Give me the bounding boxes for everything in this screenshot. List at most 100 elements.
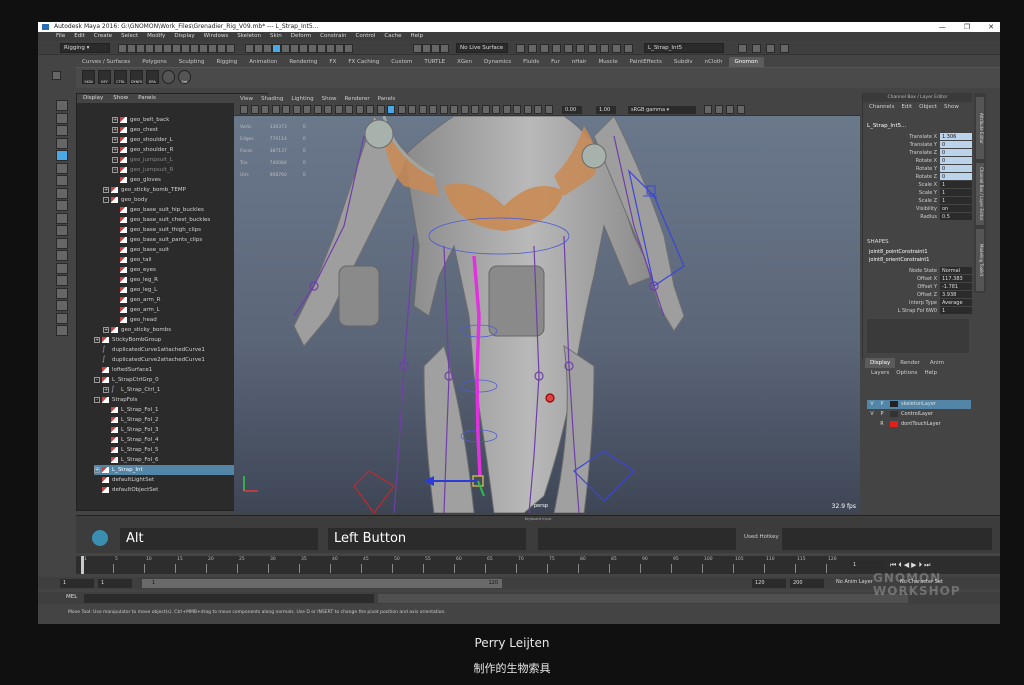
status-tool-icon[interactable]: [335, 44, 344, 53]
range-end2-field[interactable]: 200: [790, 579, 824, 588]
outliner-menu-display[interactable]: Display: [83, 94, 103, 103]
shelf-tab-fluids[interactable]: Fluids: [517, 57, 545, 67]
status-tool-icon[interactable]: [181, 44, 190, 53]
viewport-tool-icon[interactable]: [429, 105, 437, 114]
shelf-tab-rigging[interactable]: Rigging: [210, 57, 243, 67]
menu-help[interactable]: Help: [411, 32, 424, 41]
channel-attr-visibility[interactable]: Visibility on: [867, 205, 972, 213]
menu-cache[interactable]: Cache: [384, 32, 401, 41]
current-frame-field[interactable]: 1: [850, 561, 884, 570]
viewport-tool-icon[interactable]: [271, 105, 280, 114]
expand-toggle-icon[interactable]: -: [103, 196, 109, 203]
shelf-button-era[interactable]: ERA: [146, 70, 159, 84]
status-tool-icon[interactable]: [190, 44, 199, 53]
viewport-menu-show[interactable]: Show: [322, 95, 337, 104]
status-tool-icon[interactable]: [326, 44, 335, 53]
range-start2-field[interactable]: 1: [98, 579, 132, 588]
expand-toggle-icon[interactable]: +: [112, 116, 118, 123]
status-render-icon[interactable]: [600, 44, 609, 53]
expand-toggle-icon[interactable]: +: [112, 136, 118, 143]
status-tool-icon[interactable]: [299, 44, 308, 53]
status-tool-icon[interactable]: [245, 44, 254, 53]
menu-display[interactable]: Display: [174, 32, 194, 41]
toolbox-tool-icon[interactable]: [56, 300, 68, 311]
viewport-tool-icon[interactable]: [387, 105, 395, 114]
menu-skin[interactable]: Skin: [270, 32, 282, 41]
menu-modify[interactable]: Modify: [147, 32, 165, 41]
toolbox-tool-icon[interactable]: [56, 225, 68, 236]
menu-create[interactable]: Create: [94, 32, 112, 41]
toolbox-tool-icon[interactable]: [56, 162, 68, 174]
status-panel-icon[interactable]: [752, 44, 761, 53]
shelf-tab-polygons[interactable]: Polygons: [136, 57, 172, 67]
side-tab-channel-box-layer-editor[interactable]: Channel Box / Layer Editor: [976, 163, 984, 225]
status-tool-icon[interactable]: [217, 44, 226, 53]
shelf-button-key[interactable]: KEY: [98, 70, 111, 84]
viewport-side-icon[interactable]: [715, 105, 723, 114]
status-render-icon[interactable]: [540, 44, 549, 53]
status-render-icon[interactable]: [564, 44, 573, 53]
menu-edit[interactable]: Edit: [74, 32, 85, 41]
status-tool-icon[interactable]: [263, 44, 272, 53]
maximize-icon[interactable]: ❐: [964, 22, 970, 32]
layer-row[interactable]: V P ControlLayer: [867, 410, 971, 419]
shelf-tab-dynamics[interactable]: Dynamics: [478, 57, 517, 67]
viewport-tool-icon[interactable]: [502, 105, 511, 114]
channel-menu-edit[interactable]: Edit: [901, 102, 912, 112]
menu-deform[interactable]: Deform: [291, 32, 311, 41]
viewport-tool-icon[interactable]: [292, 105, 301, 114]
menu-constrain[interactable]: Constrain: [320, 32, 346, 41]
close-icon[interactable]: ✕: [988, 22, 994, 32]
status-tool-icon[interactable]: [145, 44, 154, 53]
shelf-tab-rendering[interactable]: Rendering: [283, 57, 323, 67]
constraint-node[interactable]: joint8_orientConstraint1: [869, 257, 929, 263]
expand-toggle-icon[interactable]: +: [112, 166, 118, 173]
shelf-tab-ncloth[interactable]: nCloth: [699, 57, 729, 67]
anim-layer-label[interactable]: No Anim Layer: [836, 579, 873, 585]
status-panel-icon[interactable]: [780, 44, 789, 53]
expand-toggle-icon[interactable]: -: [94, 396, 100, 403]
viewport-tool-icon[interactable]: [481, 105, 490, 114]
range-bar[interactable]: 1 120: [142, 579, 502, 588]
viewport-tool-icon[interactable]: [250, 105, 259, 114]
toolbox-tool-icon[interactable]: [56, 187, 68, 199]
expand-toggle-icon[interactable]: +: [103, 386, 109, 393]
channel-attr-value[interactable]: 1: [940, 181, 972, 188]
expand-toggle-icon[interactable]: +: [94, 466, 100, 473]
status-render-icon[interactable]: [576, 44, 585, 53]
toolbox-tool-icon[interactable]: [56, 200, 68, 211]
shelf-settings-icon[interactable]: [52, 71, 61, 80]
color-space-dropdown[interactable]: sRGB gamma ▾: [628, 106, 696, 114]
channel-attr-translate-y[interactable]: Translate Y0: [867, 141, 972, 149]
toolbox-tool-icon[interactable]: [56, 212, 68, 224]
menu-file[interactable]: File: [56, 32, 65, 41]
status-tool-icon[interactable]: [413, 44, 422, 53]
channel-attr-value[interactable]: 1: [940, 189, 972, 196]
shelf-tab-painteffects[interactable]: PaintEffects: [624, 57, 668, 67]
viewport-tool-icon[interactable]: [492, 105, 500, 114]
status-panel-icon[interactable]: [766, 44, 775, 53]
layer-menu-options[interactable]: Options: [896, 368, 917, 378]
constraint-attr-value[interactable]: Normal: [940, 267, 972, 274]
toolbox-tool-icon[interactable]: [56, 137, 68, 149]
viewport-tool-icon[interactable]: [513, 105, 521, 114]
minimize-icon[interactable]: —: [939, 22, 946, 32]
status-tool-icon[interactable]: [422, 44, 431, 53]
status-tool-icon[interactable]: [308, 44, 317, 53]
menu-windows[interactable]: Windows: [204, 32, 229, 41]
channel-attr-rotate-y[interactable]: Rotate Y0: [867, 165, 972, 173]
status-tool-icon[interactable]: [281, 44, 290, 53]
toolbox-tool-icon[interactable]: [56, 275, 68, 286]
toolbox-tool-icon[interactable]: [56, 250, 68, 261]
viewport-tool-icon[interactable]: [303, 105, 311, 114]
expand-toggle-icon[interactable]: +: [94, 336, 100, 343]
status-tool-icon[interactable]: [226, 44, 235, 53]
viewport-menu-panels[interactable]: Panels: [378, 95, 396, 104]
viewport-menu-shading[interactable]: Shading: [261, 95, 283, 104]
constraint-attr-value[interactable]: 1: [940, 307, 972, 314]
layer-tab-display[interactable]: Display: [865, 358, 896, 368]
shelf-tab-xgen[interactable]: XGen: [451, 57, 478, 67]
constraint-attr-value[interactable]: Average: [940, 299, 972, 306]
viewport-menu-renderer[interactable]: Renderer: [344, 95, 369, 104]
channel-attr-value[interactable]: 0: [940, 149, 972, 156]
